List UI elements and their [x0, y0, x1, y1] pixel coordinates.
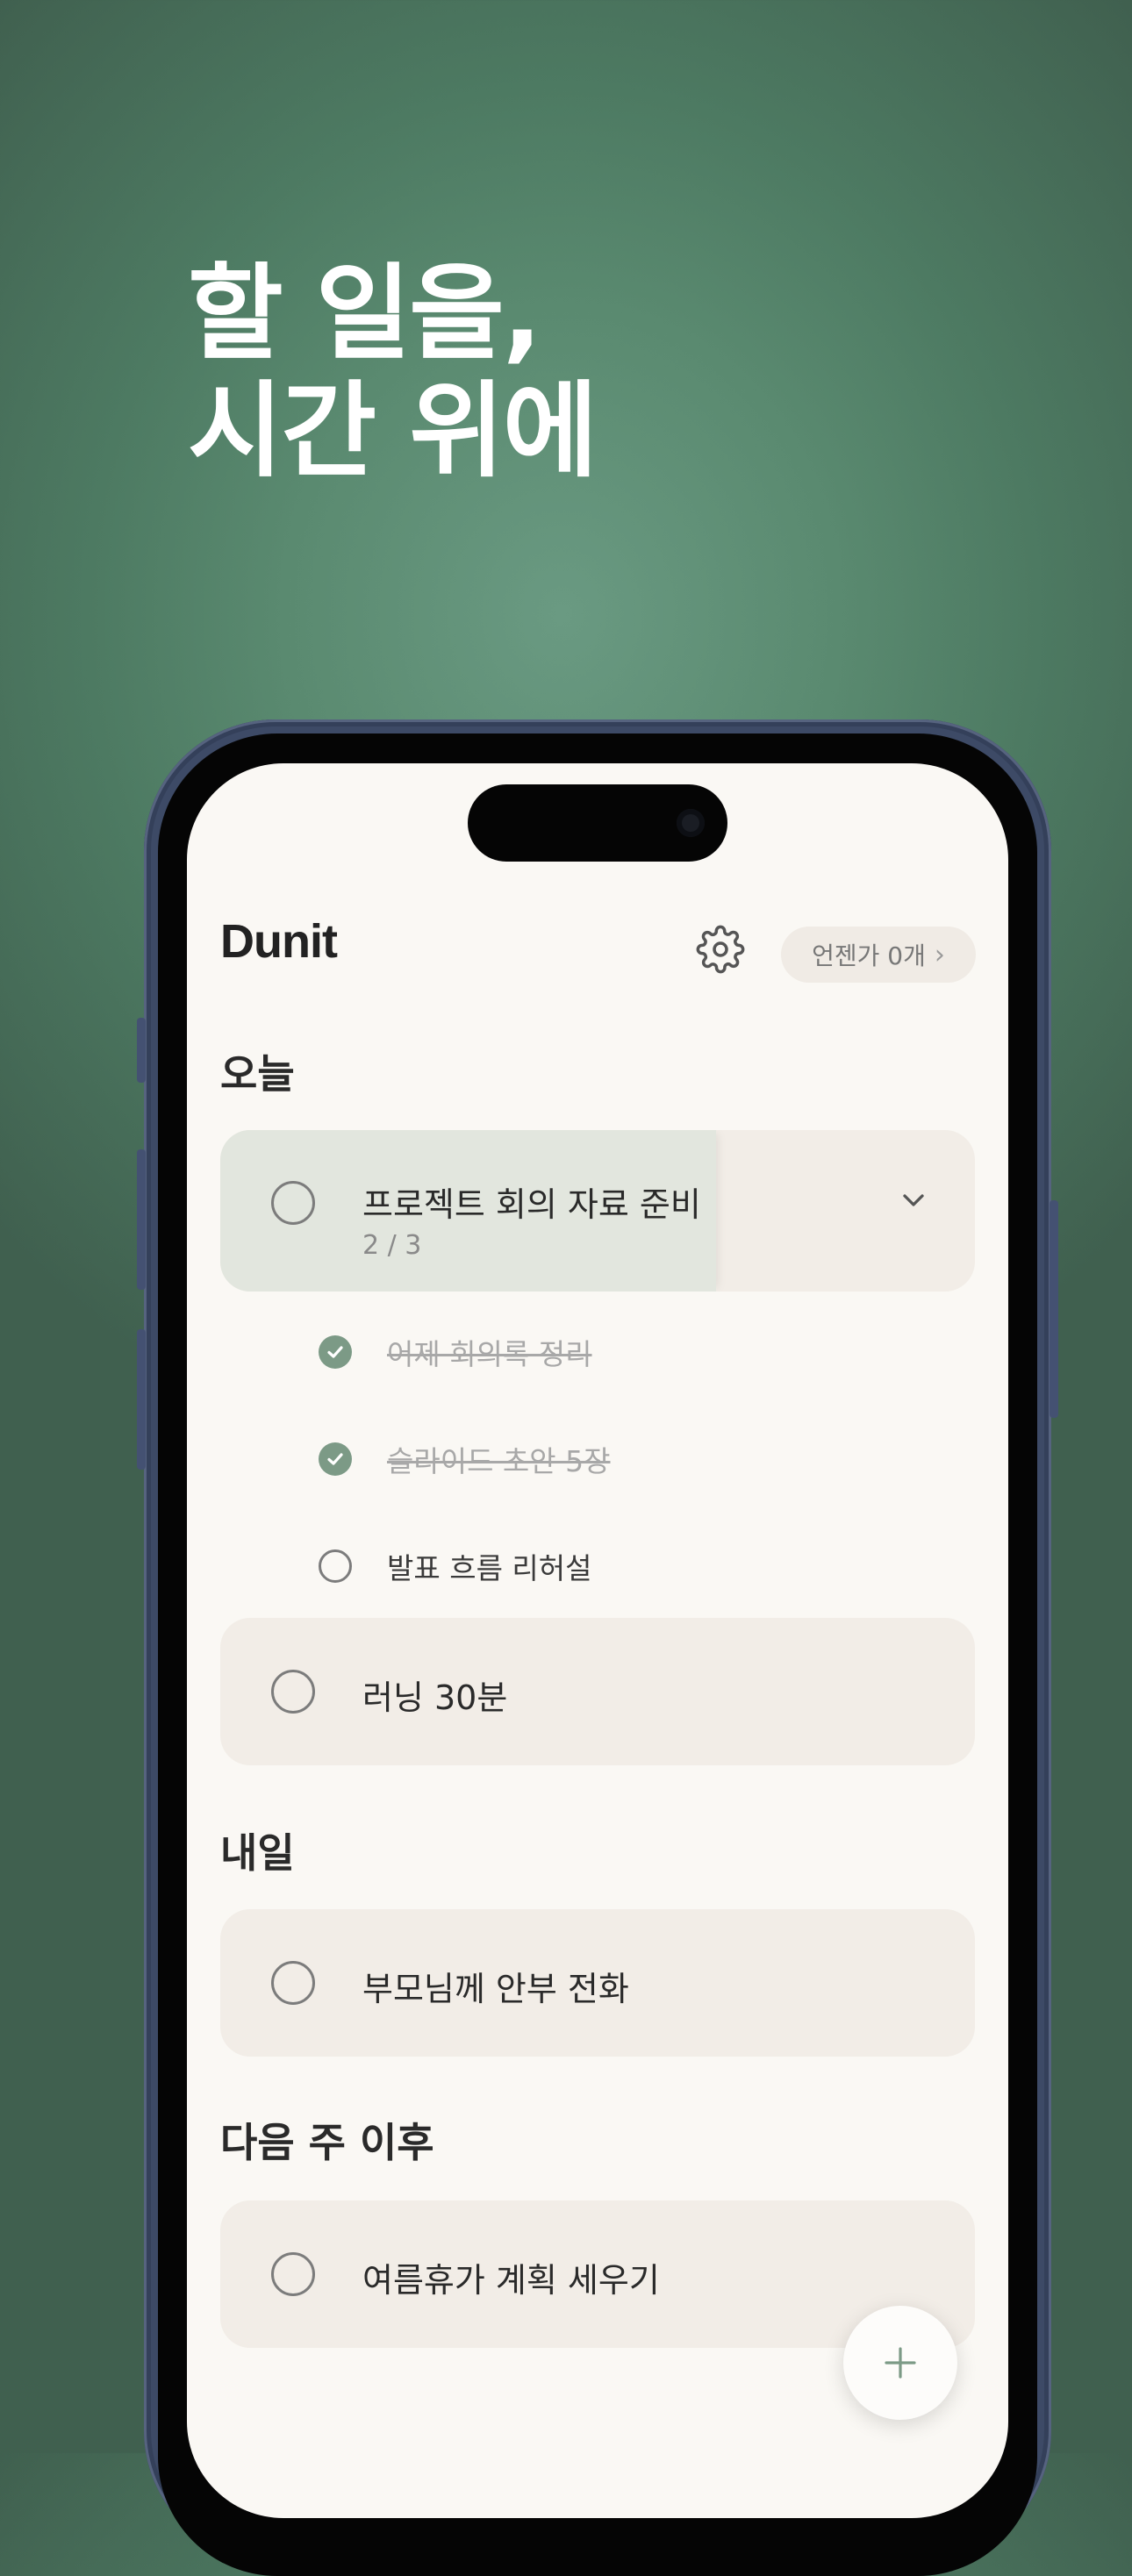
app-title: Dunit [220, 915, 338, 968]
dynamic-island [468, 784, 727, 862]
someday-button[interactable]: 언젠가 0개 › [781, 927, 976, 983]
volume-down-button [137, 1329, 146, 1470]
subtask-item[interactable]: 어제 회의록 정리 [319, 1330, 592, 1374]
section-title-tomorrow: 내일 [220, 1829, 295, 1877]
check-icon[interactable] [319, 1335, 352, 1369]
subtask-progress: 2 / 3 [362, 1230, 422, 1261]
headline-line-1: 할 일을, [188, 253, 542, 374]
gear-icon[interactable] [696, 925, 745, 974]
power-button [1050, 1200, 1058, 1418]
subtask-checkbox[interactable] [319, 1549, 352, 1583]
task-label: 여름휴가 계획 세우기 [362, 2261, 660, 2300]
task-card-running[interactable]: 러닝 30분 [220, 1618, 975, 1765]
phone-screen: Dunit 언젠가 0개 › 오늘 프로젝트 회의 자료 준비 2 / 3 어제… [187, 763, 1008, 2518]
subtask-item[interactable]: 슬라이드 초안 5장 [319, 1437, 611, 1481]
promo-headline: 할 일을, 시간 위에 [188, 253, 598, 491]
task-checkbox[interactable] [271, 1670, 315, 1714]
someday-label: 언젠가 0개 [812, 941, 926, 970]
section-title-later: 다음 주 이후 [220, 2119, 434, 2166]
task-label: 부모님께 안부 전화 [362, 1970, 629, 2008]
chevron-right-icon: › [934, 939, 945, 970]
task-card-call[interactable]: 부모님께 안부 전화 [220, 1909, 975, 2057]
task-checkbox[interactable] [271, 2252, 315, 2296]
subtask-label: 슬라이드 초안 5장 [387, 1444, 611, 1478]
subtask-label: 발표 흐름 리허설 [387, 1551, 592, 1585]
task-label: 프로젝트 회의 자료 준비 [362, 1185, 701, 1224]
subtask-label: 어제 회의록 정리 [387, 1337, 592, 1371]
volume-up-button [137, 1149, 146, 1290]
camera-icon [677, 809, 705, 837]
task-label: 러닝 30분 [362, 1678, 508, 1717]
subtask-item[interactable]: 발표 흐름 리허설 [319, 1544, 592, 1588]
chevron-down-icon[interactable] [896, 1183, 931, 1218]
action-button [137, 1018, 146, 1083]
section-title-today: 오늘 [220, 1050, 295, 1098]
add-task-button[interactable] [843, 2306, 957, 2420]
task-checkbox[interactable] [271, 1181, 315, 1225]
plus-icon [885, 2347, 916, 2379]
task-card-project[interactable]: 프로젝트 회의 자료 준비 2 / 3 [220, 1130, 975, 1292]
task-checkbox[interactable] [271, 1961, 315, 2005]
check-icon[interactable] [319, 1442, 352, 1476]
headline-line-2: 시간 위에 [188, 370, 598, 491]
